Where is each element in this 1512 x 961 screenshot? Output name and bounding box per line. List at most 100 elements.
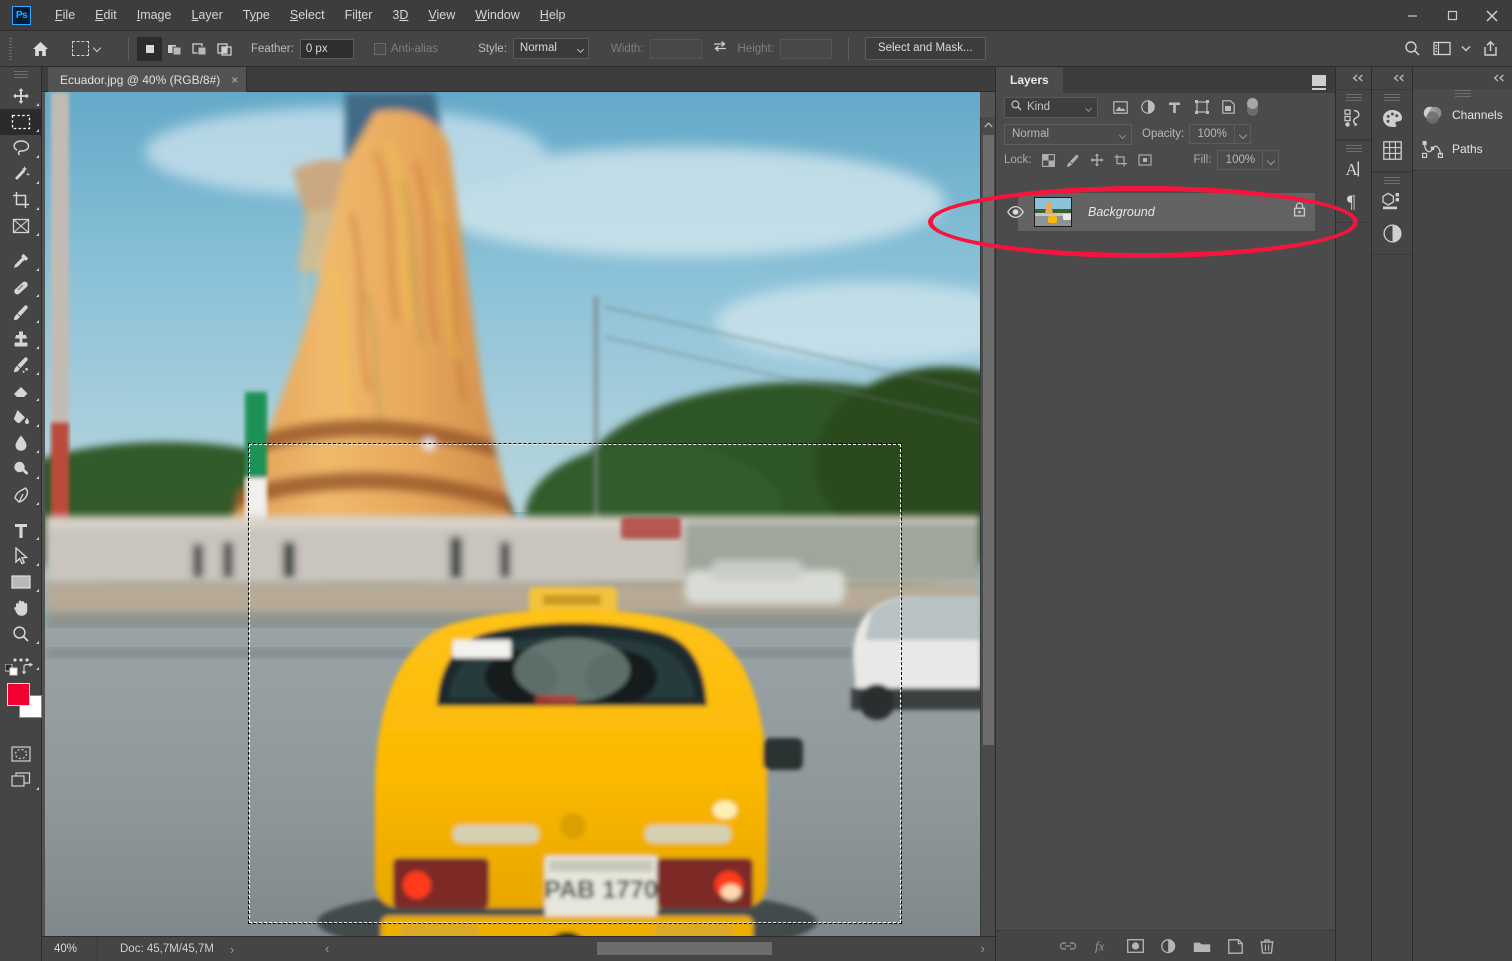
new-group-icon[interactable] bbox=[1193, 940, 1211, 953]
collapse-icon[interactable] bbox=[1413, 67, 1512, 89]
layer-thumbnail[interactable] bbox=[1034, 197, 1072, 227]
foreground-color-swatch[interactable] bbox=[7, 683, 30, 706]
tools-panel-grip[interactable] bbox=[0, 67, 41, 83]
lock-transparent-pixels-icon[interactable] bbox=[1038, 150, 1060, 170]
canvas-vertical-scrollbar[interactable] bbox=[980, 117, 995, 961]
lock-position-icon[interactable] bbox=[1086, 150, 1108, 170]
blur-drop-icon[interactable] bbox=[0, 430, 42, 456]
swap-colors-icon[interactable] bbox=[21, 662, 35, 680]
new-layer-icon[interactable] bbox=[1227, 938, 1243, 954]
add-to-selection-button[interactable] bbox=[162, 37, 187, 61]
width-input[interactable] bbox=[649, 38, 702, 59]
close-icon[interactable] bbox=[1472, 0, 1512, 31]
quick-mask-icon[interactable] bbox=[0, 741, 42, 767]
rail-grip[interactable] bbox=[1372, 93, 1412, 102]
chevron-down-icon[interactable] bbox=[94, 44, 103, 53]
anti-alias-checkbox[interactable] bbox=[373, 42, 386, 55]
paths-panel-button[interactable]: Paths bbox=[1413, 132, 1512, 166]
scroll-thumb[interactable] bbox=[983, 135, 994, 745]
screen-mode-icon[interactable] bbox=[0, 767, 42, 793]
opacity-stepper[interactable] bbox=[1235, 124, 1252, 144]
stamp-icon[interactable] bbox=[0, 326, 42, 352]
add-layer-style-icon[interactable]: fx bbox=[1094, 939, 1110, 953]
document-tab[interactable]: Ecuador.jpg @ 40% (RGB/8#) × bbox=[48, 67, 248, 92]
feather-input[interactable]: 0 px bbox=[299, 38, 354, 59]
collapse-icon[interactable] bbox=[1336, 67, 1371, 89]
scroll-left-icon[interactable]: ‹ bbox=[325, 941, 329, 956]
add-layer-mask-icon[interactable] bbox=[1126, 939, 1144, 953]
swap-width-height-icon[interactable] bbox=[712, 39, 728, 58]
subtract-from-selection-button[interactable] bbox=[187, 37, 212, 61]
filter-kind-select[interactable]: Kind bbox=[1004, 96, 1098, 118]
tool-preset-picker[interactable] bbox=[63, 37, 112, 61]
menu-file[interactable]: File bbox=[45, 0, 85, 31]
chevron-right-icon[interactable]: › bbox=[230, 942, 234, 957]
brush-tool[interactable] bbox=[0, 300, 42, 326]
options-bar-grip[interactable] bbox=[6, 37, 16, 60]
lock-image-pixels-icon[interactable] bbox=[1062, 150, 1084, 170]
menu-view[interactable]: View bbox=[418, 0, 465, 31]
lock-icon[interactable] bbox=[1293, 202, 1306, 222]
adjustments-icon[interactable] bbox=[1372, 217, 1412, 249]
select-and-mask-button[interactable]: Select and Mask... bbox=[864, 37, 986, 60]
menu-filter[interactable]: Filter bbox=[335, 0, 383, 31]
pixel-layers-icon[interactable] bbox=[1108, 96, 1133, 118]
menu-image[interactable]: Image bbox=[127, 0, 182, 31]
layer-name[interactable]: Background bbox=[1088, 205, 1155, 219]
menu-layer[interactable]: Layer bbox=[181, 0, 232, 31]
rectangular-marquee-tool[interactable] bbox=[0, 109, 42, 135]
new-adjustment-layer-icon[interactable] bbox=[1160, 938, 1176, 954]
paint-bucket-icon[interactable] bbox=[0, 404, 42, 430]
adjustment-layers-icon[interactable] bbox=[1135, 96, 1160, 118]
color-palette-icon[interactable] bbox=[1372, 102, 1412, 134]
magic-wand-icon[interactable] bbox=[0, 161, 42, 187]
new-selection-button[interactable] bbox=[137, 36, 162, 61]
hand-icon[interactable] bbox=[0, 595, 42, 621]
pen-icon[interactable] bbox=[0, 482, 42, 508]
lock-artboard-icon[interactable] bbox=[1110, 150, 1132, 170]
home-icon[interactable] bbox=[27, 37, 53, 61]
rectangle-icon[interactable] bbox=[0, 569, 42, 595]
rail-grip[interactable] bbox=[1336, 93, 1371, 102]
swatches-grid-icon[interactable] bbox=[1372, 134, 1412, 166]
zoom-icon[interactable] bbox=[0, 621, 42, 647]
menu-type[interactable]: Type bbox=[233, 0, 280, 31]
share-icon[interactable] bbox=[1476, 36, 1504, 62]
crop-tool[interactable] bbox=[0, 187, 42, 213]
chevron-down-icon[interactable] bbox=[1458, 36, 1474, 62]
height-input[interactable] bbox=[779, 38, 832, 59]
collapse-icon[interactable] bbox=[1372, 67, 1412, 89]
close-icon[interactable]: × bbox=[231, 74, 238, 86]
move-tool[interactable] bbox=[0, 83, 42, 109]
opacity-input[interactable]: 100% bbox=[1189, 124, 1236, 144]
dodge-icon[interactable] bbox=[0, 456, 42, 482]
history-icon[interactable] bbox=[1336, 102, 1371, 134]
style-select[interactable]: Normal bbox=[512, 38, 589, 59]
shape-layers-icon[interactable] bbox=[1189, 96, 1214, 118]
scroll-right-icon[interactable]: › bbox=[981, 941, 985, 956]
scroll-up-icon[interactable] bbox=[981, 117, 996, 132]
lock-all-icon[interactable] bbox=[1134, 150, 1156, 170]
rail-grip[interactable] bbox=[1413, 89, 1512, 98]
link-layers-icon[interactable] bbox=[1059, 940, 1077, 952]
canvas-image[interactable]: PAB 1770 bbox=[45, 92, 980, 937]
channels-panel-button[interactable]: Channels bbox=[1413, 98, 1512, 132]
filter-toggle-icon[interactable] bbox=[1247, 98, 1258, 116]
workspace-icon[interactable] bbox=[1428, 36, 1456, 62]
rail-grip[interactable] bbox=[1372, 176, 1412, 185]
rail-grip[interactable] bbox=[1336, 144, 1371, 153]
menu-edit[interactable]: Edit bbox=[85, 0, 127, 31]
minimize-icon[interactable] bbox=[1392, 0, 1432, 31]
lasso-tool[interactable] bbox=[0, 135, 42, 161]
type-icon[interactable] bbox=[0, 517, 42, 543]
maximize-icon[interactable] bbox=[1432, 0, 1472, 31]
eraser-icon[interactable] bbox=[0, 378, 42, 404]
eyedropper-tool[interactable] bbox=[0, 248, 42, 274]
paragraph-icon[interactable]: ¶ bbox=[1336, 185, 1371, 217]
canvas-horizontal-scrollbar[interactable]: ‹ › bbox=[287, 936, 995, 961]
menu-select[interactable]: Select bbox=[280, 0, 335, 31]
menu-3d[interactable]: 3D bbox=[382, 0, 418, 31]
history-brush-icon[interactable] bbox=[0, 352, 42, 378]
table-row[interactable]: Background bbox=[996, 193, 1336, 231]
menu-window[interactable]: Window bbox=[465, 0, 529, 31]
